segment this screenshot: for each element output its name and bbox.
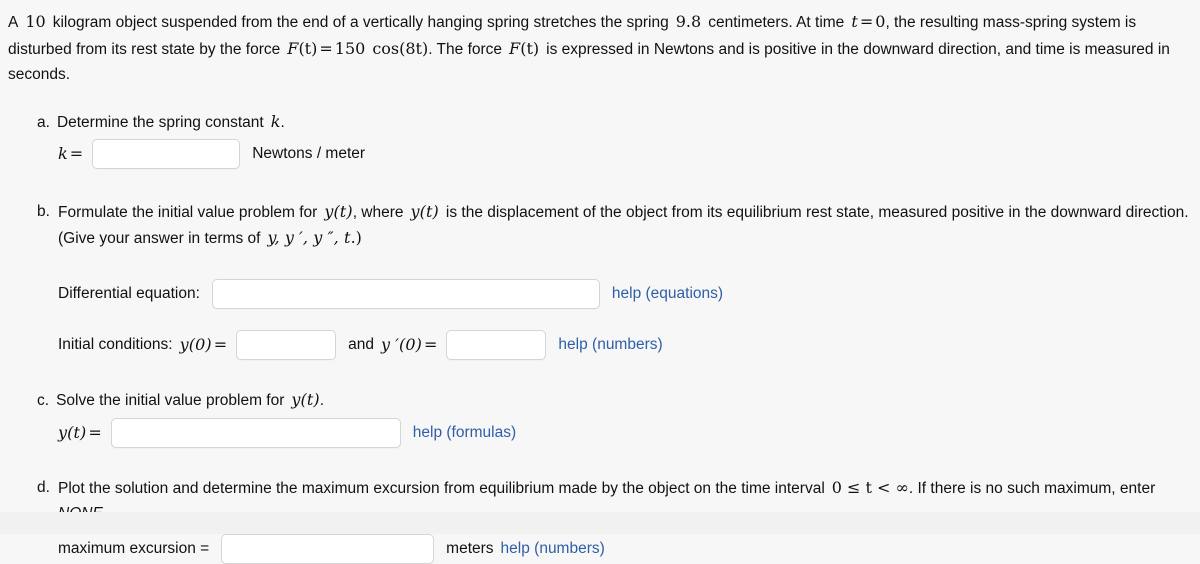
- initial-condition-y0-input[interactable]: [236, 329, 337, 360]
- intro-stretch-value: 9.8: [675, 12, 702, 31]
- part-c-answer-row: y(t) = help (formulas): [37, 417, 1192, 448]
- part-d-letter: d.: [37, 478, 50, 496]
- part-b-prompt: b. Formulate the initial value problem fo…: [37, 199, 1192, 251]
- problem-page: A 10 kilogram object suspended from the en…: [0, 0, 1200, 564]
- part-a-letter: a.: [37, 113, 50, 131]
- footer-band: [0, 512, 1200, 534]
- part-a-period: .: [280, 113, 285, 131]
- part-d-text-1: Plot the solution and determine the maxi…: [58, 479, 825, 497]
- intro-seg3: centimeters. At time: [708, 14, 845, 31]
- part-a: a. Determine the spring constant k. k = New…: [4, 109, 1192, 169]
- part-c-letter: c.: [37, 391, 50, 409]
- differential-equation-label: Differential equation:: [58, 285, 200, 302]
- part-c-answer-label: y(t) =: [58, 420, 104, 446]
- yprime0-symbol: y ′(0): [380, 334, 423, 354]
- intro-force-cosine: cos(8t): [372, 38, 429, 58]
- part-d-text-2: . If there is no such maximum, enter: [908, 479, 1156, 497]
- intro-force-reference: F(t): [509, 38, 540, 58]
- intro-mass-value: 10: [25, 12, 46, 31]
- part-b-variable-list: y, y ′, y ″, t: [267, 227, 351, 247]
- differential-equation-input[interactable]: [211, 278, 600, 309]
- intro-time-equation: t = 0: [851, 12, 886, 31]
- part-c-prompt: c. Solve the initial value problem for y(t…: [37, 387, 1192, 413]
- part-c-yt-symbol: y(t): [291, 389, 320, 409]
- initial-condition-yprime0-label: y ′(0) =: [381, 332, 439, 358]
- intro-force-definition: F(t) = 150 cos(8t): [287, 38, 429, 58]
- maximum-excursion-input[interactable]: [221, 533, 435, 564]
- part-b-yt-2: y(t): [410, 201, 439, 221]
- intro-seg1: A: [8, 14, 19, 31]
- y0-equals: =: [213, 334, 228, 354]
- part-b-text-4: .): [350, 227, 362, 247]
- part-b-yt-symbol-1: y(t): [324, 201, 353, 221]
- part-b-yt-1: y(t): [324, 201, 353, 221]
- yprime0-equals: =: [424, 334, 438, 354]
- part-d-answer-row: maximum excursion = meters help (numbers…: [37, 533, 1192, 564]
- help-formulas-link[interactable]: help (formulas): [413, 420, 516, 445]
- intro-seg5: . The force: [428, 40, 503, 58]
- problem-statement: A 10 kilogram object suspended from the en…: [4, 4, 1192, 88]
- intro-time-value: 0: [875, 12, 886, 31]
- help-numbers-link-b[interactable]: help (numbers): [558, 332, 662, 357]
- part-c-text: Solve the initial value problem for: [56, 391, 285, 409]
- part-c-yt-label: y(t): [58, 422, 87, 442]
- differential-equation-row: Differential equation: help (equations): [37, 278, 1192, 309]
- part-a-answer-row: k = Newtons / meter: [37, 138, 1192, 169]
- initial-condition-y0-label: y(0) =: [180, 332, 230, 358]
- part-d-interval: 0 ≤ t < ∞: [831, 477, 909, 497]
- solution-input[interactable]: [110, 417, 401, 448]
- initial-conditions-row: Initial conditions: y(0) = and y ′(0) = he…: [37, 329, 1192, 360]
- intro-time-eq: =: [859, 12, 874, 31]
- part-b-yt-symbol-2: y(t): [410, 201, 439, 221]
- intro-force-eq: =: [319, 38, 333, 58]
- part-b-letter: b.: [37, 202, 50, 220]
- part-b-text-2: , where: [352, 203, 404, 221]
- part-a-k-symbol: k: [58, 143, 68, 163]
- initial-conditions-label: Initial conditions:: [58, 336, 173, 353]
- part-c-equals: =: [88, 422, 102, 442]
- maximum-excursion-label: maximum excursion =: [58, 540, 210, 557]
- part-b-text-1: Formulate the initial value problem for: [58, 203, 318, 221]
- intro-force-symbol: F: [287, 38, 299, 58]
- spring-constant-input[interactable]: [92, 138, 241, 169]
- y0-symbol: y(0): [179, 334, 212, 354]
- intro-seg2: kilogram object suspended from the end o…: [52, 14, 669, 31]
- initial-condition-yprime0-input[interactable]: [446, 329, 547, 360]
- intro-time-var: t: [851, 12, 858, 31]
- part-c-period: .: [319, 391, 325, 409]
- intro-force-argument-2: (t): [520, 38, 540, 58]
- part-a-k-label: k =: [58, 141, 85, 167]
- part-c: c. Solve the initial value problem for y(t…: [4, 387, 1192, 448]
- initial-conditions-and: and: [348, 336, 374, 353]
- part-a-variable: k: [270, 111, 281, 131]
- intro-force-symbol-2: F: [509, 38, 521, 58]
- help-equations-link[interactable]: help (equations): [612, 281, 723, 306]
- part-b: b. Formulate the initial value problem fo…: [4, 199, 1192, 360]
- part-a-prompt: a. Determine the spring constant k.: [37, 109, 1192, 135]
- part-a-text: Determine the spring constant: [56, 113, 264, 131]
- intro-force-argument: (t): [298, 38, 318, 58]
- maximum-excursion-unit: meters: [446, 540, 494, 557]
- part-a-k-equals: =: [69, 143, 84, 163]
- intro-force-amplitude: 150: [334, 38, 366, 58]
- spring-constant-unit: Newtons / meter: [252, 145, 366, 162]
- help-numbers-link-d[interactable]: help (numbers): [501, 536, 605, 561]
